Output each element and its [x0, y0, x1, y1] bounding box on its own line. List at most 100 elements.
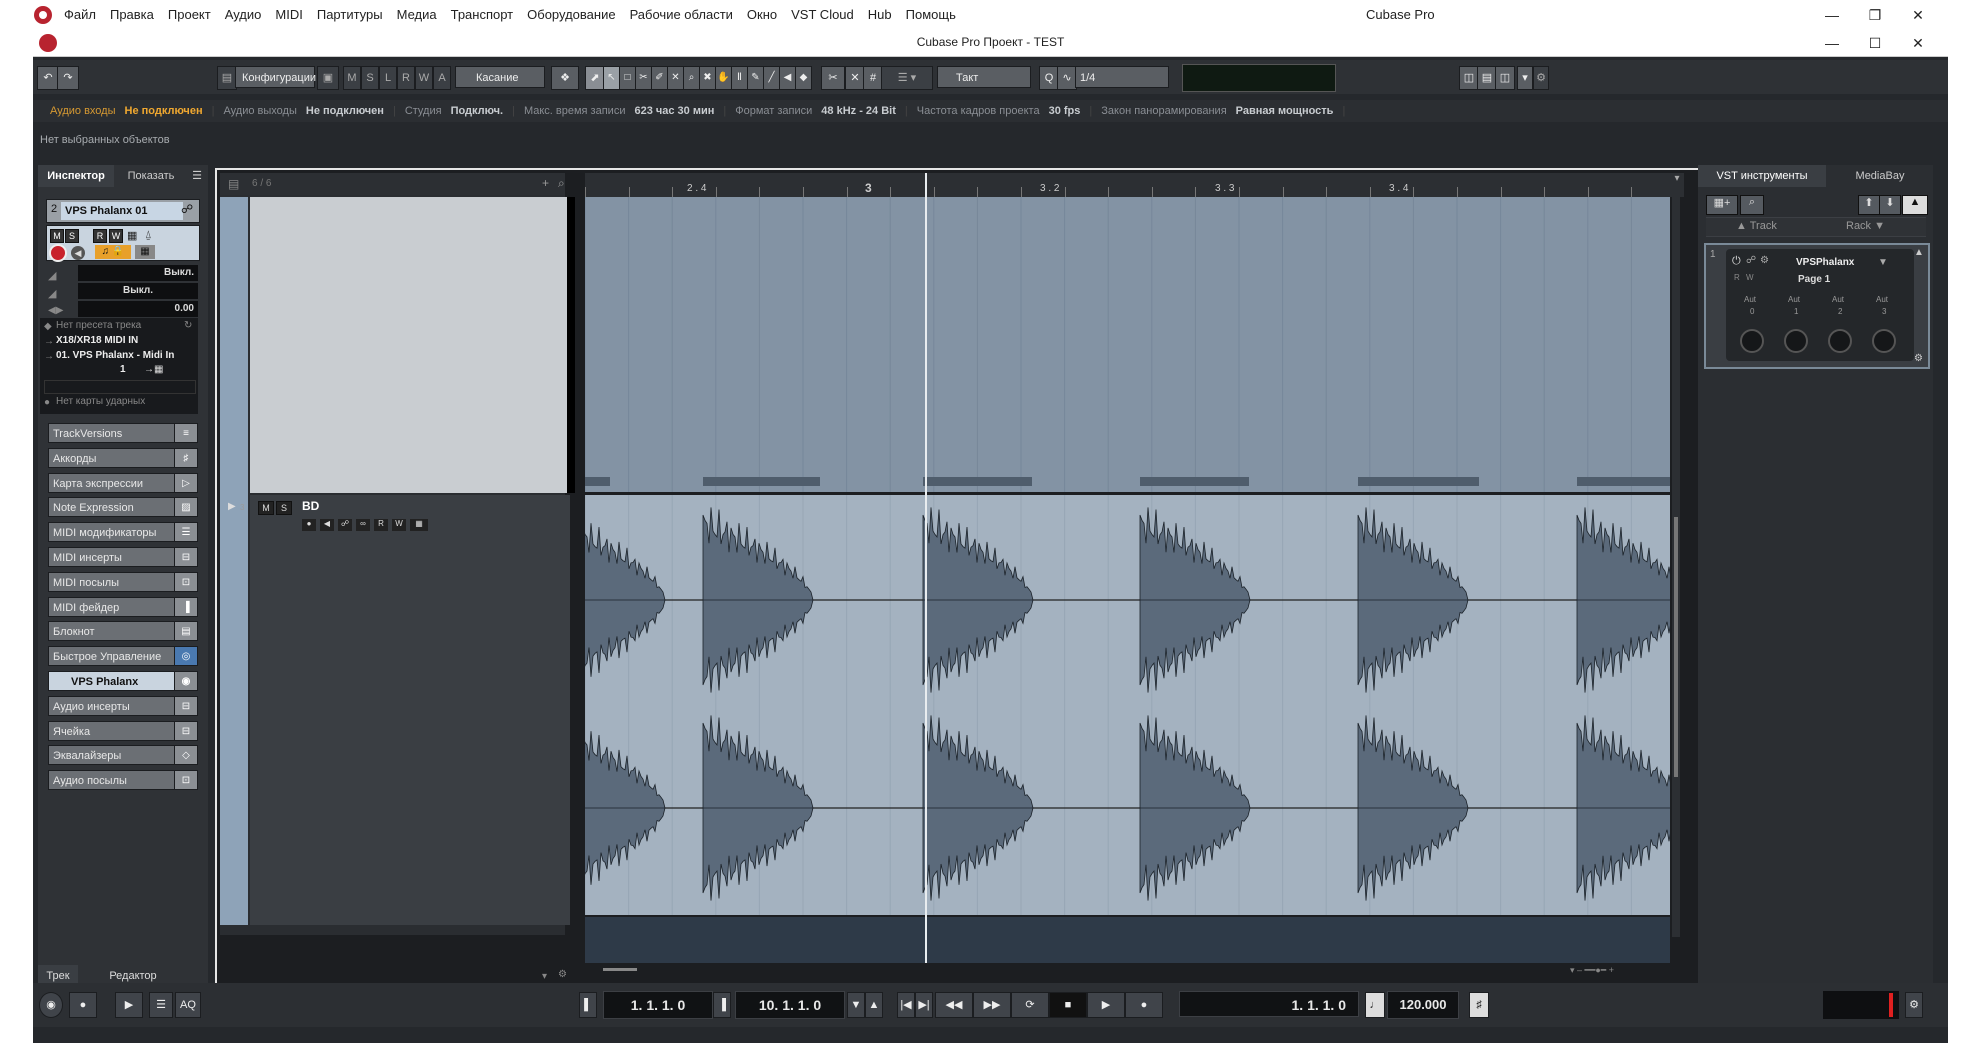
minimize-icon[interactable]: — [1820, 32, 1844, 54]
sort-rack-button[interactable]: Rack ▼ [1846, 220, 1885, 232]
configurations-dropdown[interactable]: Конфигурации [235, 66, 316, 88]
inspector-section-6[interactable]: MIDI посылы ⊡ [48, 571, 198, 592]
read-button[interactable]: R [1734, 273, 1740, 282]
inspector-section-1[interactable]: Аккорды ♯ [48, 447, 198, 468]
event-lane-vps-phalanx[interactable] [584, 197, 1670, 492]
delay-display[interactable]: 0.00 [78, 301, 198, 317]
minimize-icon[interactable]: — [1820, 4, 1844, 26]
menu-item-2[interactable]: Проект [168, 7, 211, 22]
status-label-6[interactable]: Закон панорамирования [1101, 105, 1226, 117]
edit-channel-icon[interactable]: ☍ [338, 519, 352, 531]
status-value-2[interactable]: Подключ. [451, 105, 504, 117]
object-select-icon[interactable]: ↖ [603, 66, 620, 90]
move-down-icon[interactable]: ⬇ [1879, 195, 1901, 215]
mute-button[interactable]: M [258, 501, 274, 515]
go-to-end-icon[interactable]: ▶| [915, 992, 933, 1018]
status-label-5[interactable]: Частота кадров проекта [917, 105, 1040, 117]
tempo-display[interactable]: 120.000 [1387, 991, 1459, 1019]
ruler[interactable]: 2 . 4 3 3 . 2 3 . 3 3 . 4 [585, 173, 1670, 197]
midi-channel[interactable]: 1 [120, 364, 126, 375]
mute-button[interactable]: M [50, 229, 64, 243]
vertical-scrollbar[interactable] [1672, 197, 1680, 937]
locator-up-icon[interactable]: ▼ [847, 992, 865, 1018]
nudge-icon[interactable]: ❖ [551, 66, 579, 90]
drum-map-label[interactable]: Нет карты ударных [56, 396, 145, 407]
plugin-name[interactable]: VPSPhalanx [1796, 257, 1854, 268]
midi-output-routing[interactable]: 01. VPS Phalanx - Midi In [56, 350, 174, 361]
add-instrument-icon[interactable]: ▦+ [1706, 195, 1738, 215]
ruler-menu-icon[interactable]: ▾ [1670, 173, 1684, 197]
knob-icon[interactable] [1740, 329, 1764, 353]
tracklist-options-icon[interactable]: ▾ [542, 971, 547, 982]
drum-map-slot[interactable] [44, 380, 196, 394]
quantize-preset-dropdown[interactable]: 1/4 [1075, 66, 1169, 88]
dropdown-icon[interactable]: ▼ [1878, 257, 1888, 268]
right-locator-display[interactable]: 10. 1. 1. 0 [735, 991, 845, 1019]
menu-item-12[interactable]: Hub [868, 7, 892, 22]
reload-icon[interactable]: ↻ [184, 320, 192, 331]
snap-toggle-icon[interactable]: ✕ [845, 66, 865, 90]
search-icon[interactable]: ⌕ [1740, 195, 1764, 215]
status-label-2[interactable]: Студия [405, 105, 442, 117]
range-icon[interactable]: □ [619, 66, 636, 90]
record-mode-icon[interactable]: ◉ [39, 992, 63, 1018]
close-icon[interactable]: ✕ [1906, 32, 1930, 54]
status-label-4[interactable]: Формат записи [735, 105, 812, 117]
edit-in-place-icon[interactable]: ♫ 🔒 [95, 245, 131, 259]
grid-type-dropdown[interactable]: Такт [937, 66, 1031, 88]
track-name[interactable]: BD [302, 499, 319, 513]
inspector-menu-icon[interactable]: ☰ [188, 165, 206, 187]
toggle-r-button[interactable]: R [397, 66, 415, 90]
inspector-section-13[interactable]: Эквалайзеры ◇ [48, 745, 198, 766]
zoom-icon[interactable]: ⌕ [683, 66, 700, 90]
volume-display[interactable]: Выкл. [78, 265, 198, 281]
instrument-slot[interactable]: 1 ⏻ ☍ ⚙ VPSPhalanx ▼ R W Page 1 Aut 0 Aut 1… [1704, 243, 1930, 369]
quantize-toggle-icon[interactable]: Q [1039, 66, 1059, 90]
split-icon[interactable]: ✂ [635, 66, 652, 90]
midi-input-routing[interactable]: X18/XR18 MIDI IN [56, 335, 138, 346]
preset-label[interactable]: Нет пресета трека [56, 320, 141, 331]
cycle-icon[interactable]: ⟳ [1011, 992, 1049, 1018]
lanes-icon[interactable]: ▦ [410, 519, 428, 531]
rewind-icon[interactable]: ◀◀ [935, 992, 973, 1018]
undo-icon[interactable]: ↶ [37, 66, 59, 90]
record-enable-button[interactable] [49, 244, 67, 262]
menu-item-9[interactable]: Рабочие области [630, 7, 733, 22]
midi-note-bar[interactable] [703, 477, 820, 486]
inspector-section-9[interactable]: Быстрое Управление ◎ [48, 646, 198, 667]
page-label[interactable]: Page 1 [1798, 274, 1830, 285]
quick-control-0[interactable]: Aut 0 [1736, 295, 1776, 359]
inspector-section-3[interactable]: Note Expression ▨ [48, 497, 198, 518]
read-button[interactable]: R [374, 519, 388, 531]
write-button[interactable]: W [392, 519, 406, 531]
write-button[interactable]: W [1746, 273, 1754, 282]
channel-keyboard-icon[interactable]: →▦ [144, 364, 163, 375]
quick-controls-icon[interactable]: ▲ [1902, 195, 1928, 215]
write-button[interactable]: W [109, 229, 123, 243]
color-icon[interactable]: ◆ [795, 66, 812, 90]
draw-icon[interactable]: ✎ [747, 66, 764, 90]
sort-track-button[interactable]: ▲ Track [1736, 220, 1777, 232]
automation-mode-dropdown[interactable]: Касание [455, 66, 545, 88]
horizontal-scrollbar[interactable]: ▾ – ━━●━ + [585, 963, 1670, 977]
menu-item-7[interactable]: Транспорт [451, 7, 514, 22]
transport-settings-icon[interactable]: ⚙ [1905, 992, 1923, 1018]
status-value-4[interactable]: 48 kHz - 24 Bit [821, 105, 896, 117]
inspector-section-11[interactable]: Аудио инсерты ⊟ [48, 695, 198, 716]
toggle-a-button[interactable]: A [433, 66, 451, 90]
locator-down-icon[interactable]: ▲ [865, 992, 883, 1018]
restore-icon[interactable]: ❐ [1863, 4, 1887, 26]
monitor-button[interactable]: ◀ [71, 246, 85, 260]
solo-button[interactable]: S [65, 229, 79, 243]
inspector-section-10[interactable]: VPS Phalanx ◉ [48, 671, 198, 691]
glue-icon[interactable]: ✐ [651, 66, 668, 90]
inspector-section-0[interactable]: TrackVersions ≡ [48, 423, 198, 443]
left-locator-icon[interactable]: ▌ [579, 992, 597, 1018]
status-value-0[interactable]: Не подключен [125, 105, 203, 117]
menu-item-13[interactable]: Помощь [906, 7, 956, 22]
lanes-icon[interactable]: ▦ [127, 229, 141, 242]
quick-control-3[interactable]: Aut 3 [1868, 295, 1908, 359]
tempo-track-icon[interactable]: ♩ [1365, 992, 1385, 1018]
record-enable-button[interactable]: ● [302, 519, 316, 531]
menu-item-0[interactable]: Файл [64, 7, 96, 22]
